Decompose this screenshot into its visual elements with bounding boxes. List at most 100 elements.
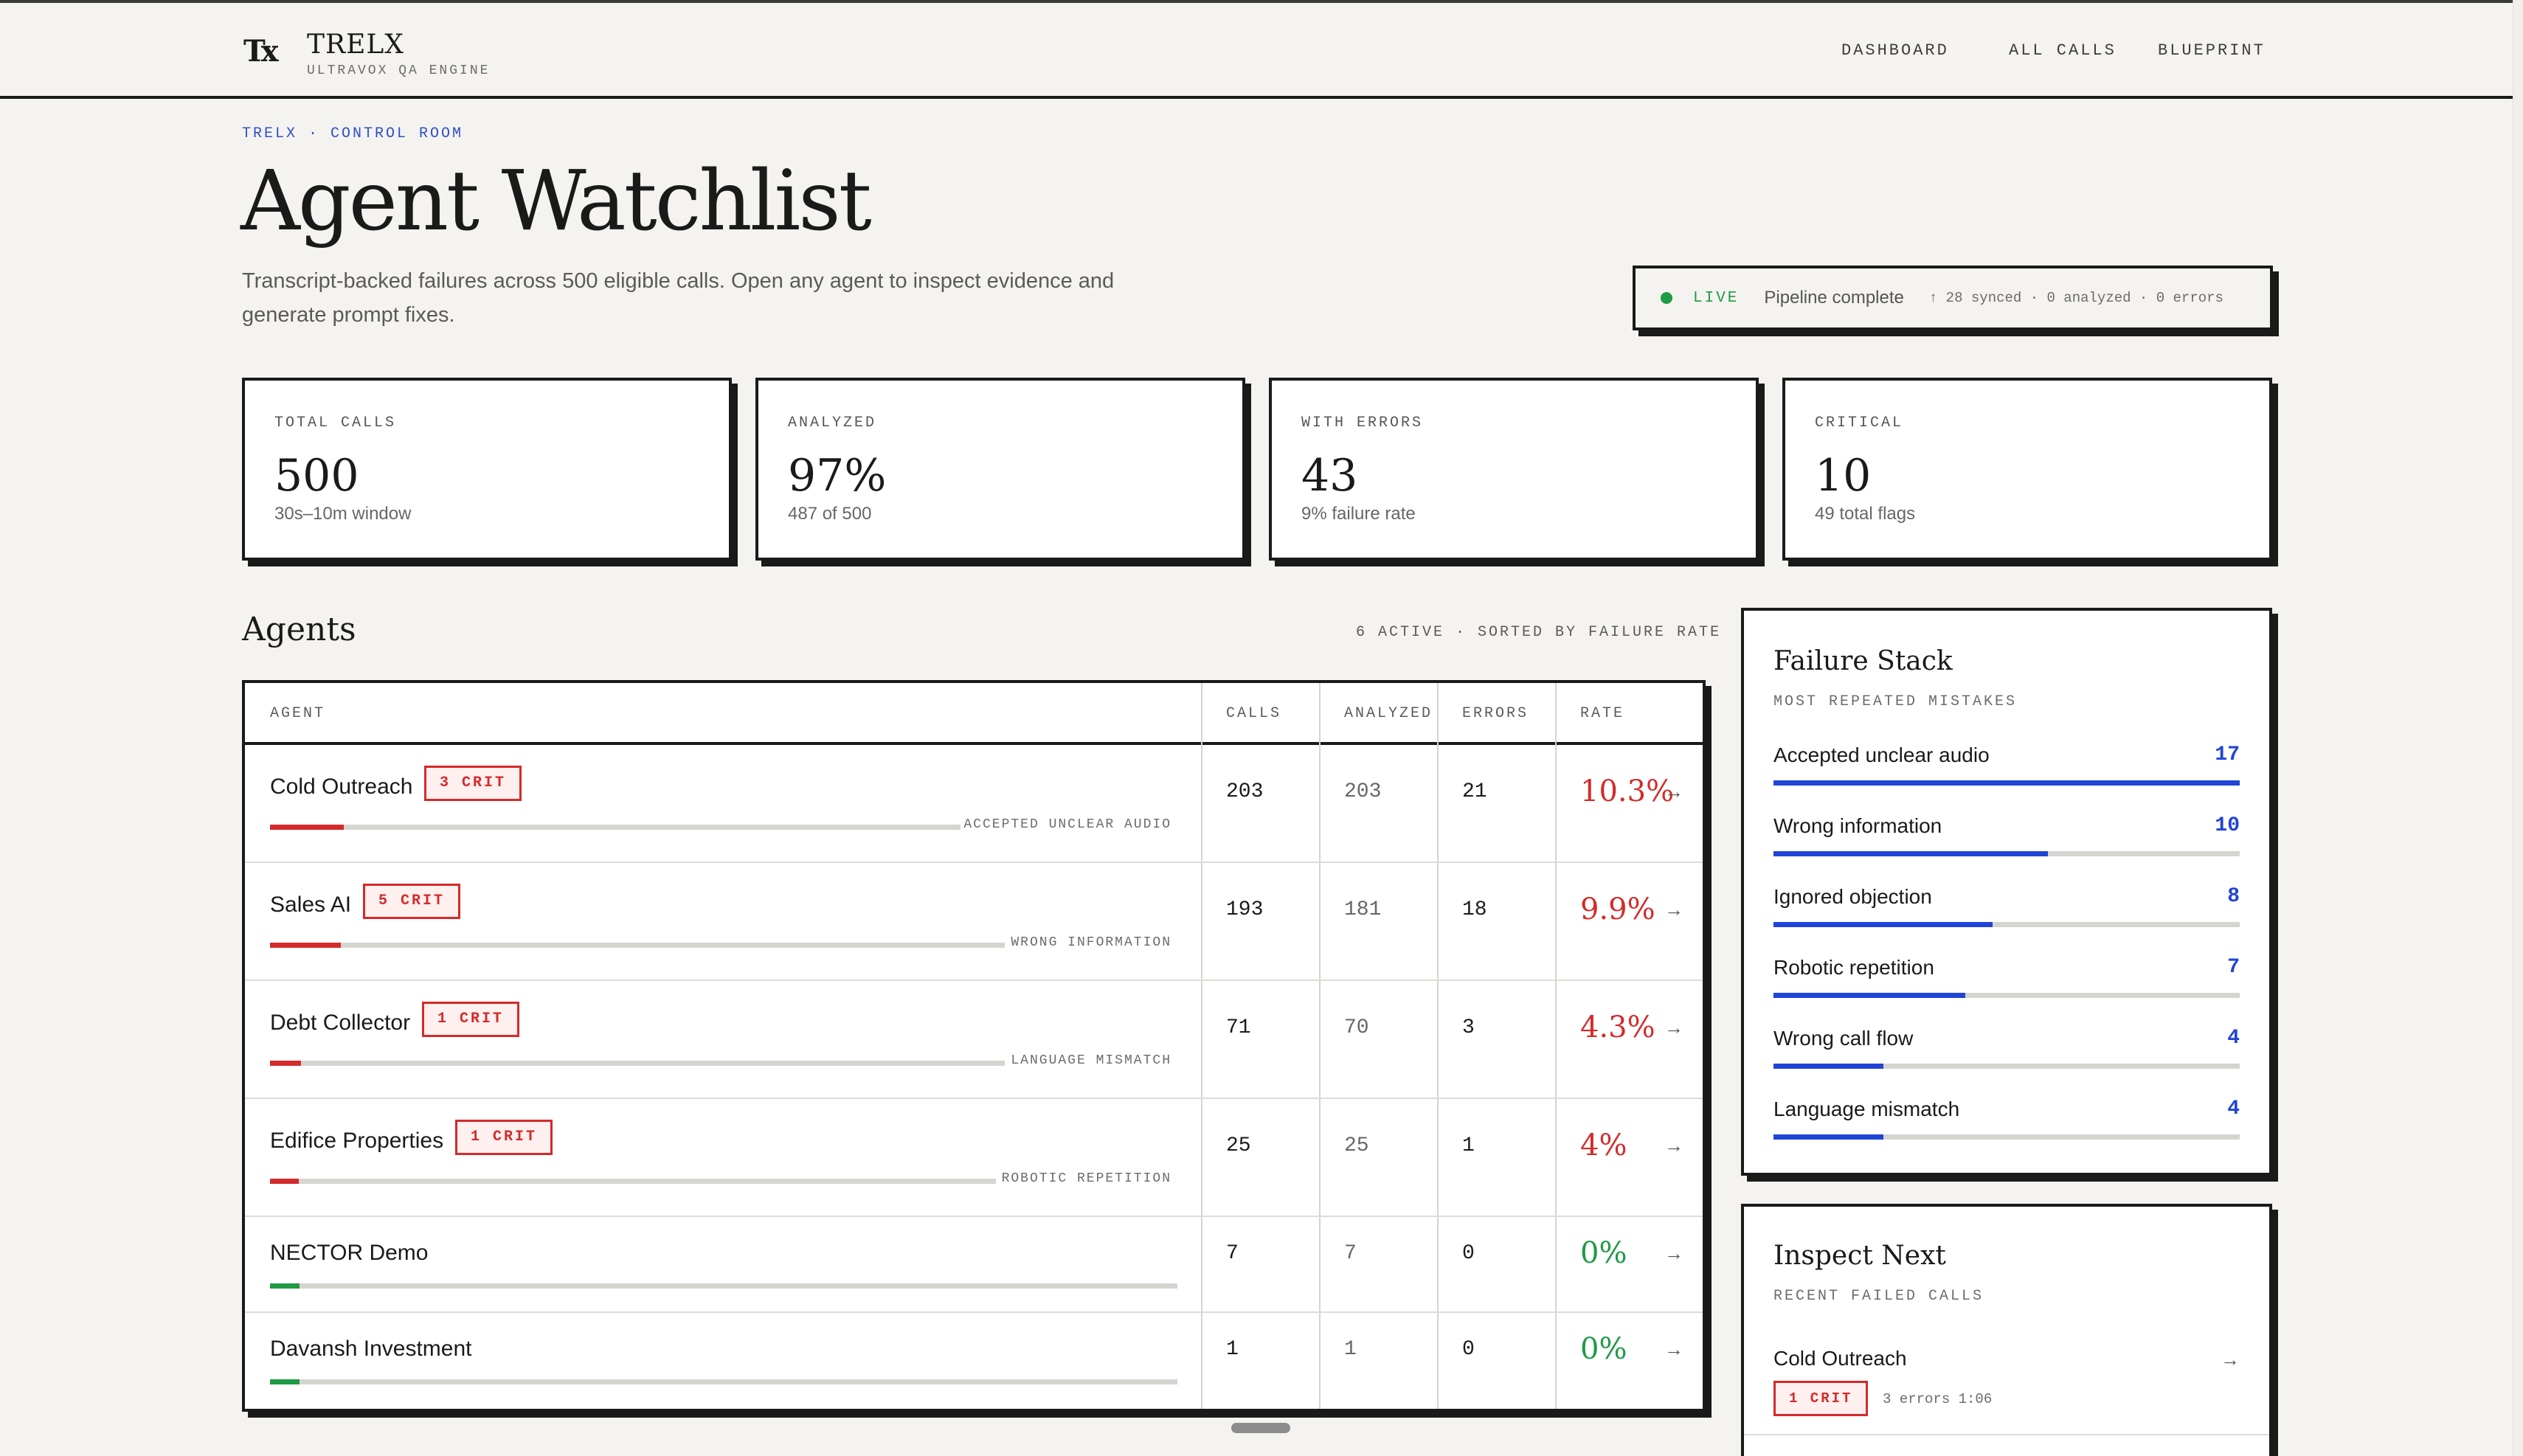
arrow-right-icon[interactable]: →	[1664, 898, 1683, 921]
failure-count: 8	[2227, 885, 2240, 908]
arrow-right-icon[interactable]: →	[1664, 1242, 1683, 1265]
column-errors[interactable]: ERRORS	[1462, 705, 1529, 722]
failure-stack-item[interactable]: Robotic repetition 7	[1744, 956, 2269, 1015]
logo-icon[interactable]: Tx	[243, 34, 285, 75]
analyzed-cell: 7	[1344, 1242, 1357, 1265]
agents-table: AGENT CALLS ANALYZED ERRORS RATE Cold Ou…	[242, 680, 1706, 1412]
failure-stack-item[interactable]: Accepted unclear audio 17	[1744, 743, 2269, 802]
table-row[interactable]: Debt Collector 1 CRIT LANGUAGE MISMATCH 71 7…	[245, 981, 1703, 1099]
failure-label: Wrong call flow	[1773, 1027, 1914, 1050]
failure-rate: 4.3%	[1580, 1010, 1655, 1044]
failure-bar-fill	[1773, 993, 1966, 998]
arrow-right-icon[interactable]: →	[1664, 780, 1683, 803]
failure-bar	[1773, 851, 2240, 856]
top-failure-reason: LANGUAGE MISMATCH	[1011, 1053, 1171, 1068]
inspect-item-meta: 3 errors 1:06	[1883, 1391, 1993, 1407]
calls-cell: 25	[1226, 1134, 1251, 1157]
failure-stack-subtitle: MOST REPEATED MISTAKES	[1773, 693, 2018, 710]
arrow-right-icon[interactable]: →	[1664, 1134, 1683, 1157]
crit-badge: 1 CRIT	[422, 1002, 520, 1037]
column-agent[interactable]: AGENT	[270, 705, 325, 722]
stat-value: 500	[274, 450, 359, 502]
failure-bar-fill	[1773, 1064, 1883, 1069]
stat-label: CRITICAL	[1815, 415, 1904, 431]
failure-label: Wrong information	[1773, 814, 1942, 837]
nav-blueprint[interactable]: BLUEPRINT	[2158, 41, 2266, 60]
stat-value: 10	[1815, 450, 1872, 502]
agent-name[interactable]: Davansh Investment	[270, 1337, 471, 1362]
failure-rate: 0%	[1580, 1236, 1627, 1270]
nav-dashboard[interactable]: DASHBOARD	[1841, 41, 1949, 60]
stat-card-analyzed: ANALYZED 97% 487 of 500	[755, 378, 1245, 561]
status-meta: ↑ 28 synced · 0 analyzed · 0 errors	[1928, 290, 2223, 306]
table-row[interactable]: NECTOR Demo 7 7 0 0% →	[245, 1217, 1703, 1313]
status-text: Pipeline complete	[1764, 288, 1904, 308]
failure-stack-item[interactable]: Wrong call flow 4	[1744, 1027, 2269, 1086]
failure-label: Language mismatch	[1773, 1098, 1960, 1120]
failure-rate-bar	[270, 1061, 1005, 1066]
stat-label: ANALYZED	[788, 415, 877, 431]
failure-rate-bar	[270, 825, 961, 830]
app-header: Tx TRELX ULTRAVOX QA ENGINE DASHBOARD AL…	[0, 3, 2513, 99]
inspect-next-subtitle: RECENT FAILED CALLS	[1773, 1288, 1984, 1305]
failure-stack-title: Failure Stack	[1773, 646, 1953, 676]
arrow-right-icon[interactable]: →	[1664, 1016, 1683, 1039]
agent-name[interactable]: NECTOR Demo	[270, 1241, 428, 1266]
table-row[interactable]: Davansh Investment 1 1 0 0% →	[245, 1313, 1703, 1409]
analyzed-cell: 25	[1344, 1134, 1369, 1157]
failure-rate: 10.3%	[1580, 774, 1675, 808]
agent-name[interactable]: Sales AI	[270, 892, 351, 918]
analyzed-cell: 1	[1344, 1338, 1357, 1361]
calls-cell: 193	[1226, 898, 1264, 921]
stat-note: 487 of 500	[788, 504, 872, 524]
failure-stack-panel: Failure Stack MOST REPEATED MISTAKES Acc…	[1741, 608, 2272, 1176]
top-failure-reason: WRONG INFORMATION	[1011, 935, 1171, 950]
vertical-scrollbar[interactable]	[2513, 0, 2523, 1456]
inspect-item[interactable]: Cold Outreach → 1 CRIT 3 errors 1:06	[1744, 1347, 2269, 1435]
nav-all-calls[interactable]: ALL CALLS	[2009, 41, 2117, 60]
pipeline-status: LIVE Pipeline complete ↑ 28 synced · 0 a…	[1633, 266, 2273, 330]
failure-count: 17	[2215, 743, 2240, 766]
stat-label: WITH ERRORS	[1301, 415, 1424, 431]
column-analyzed[interactable]: ANALYZED	[1344, 705, 1433, 722]
column-rate[interactable]: RATE	[1580, 705, 1624, 722]
failure-stack-item[interactable]: Language mismatch 4	[1744, 1098, 2269, 1157]
failure-rate-fill	[270, 1179, 299, 1184]
table-row[interactable]: Cold Outreach 3 CRIT ACCEPTED UNCLEAR AUDI…	[245, 745, 1703, 863]
stat-note: 9% failure rate	[1301, 504, 1416, 524]
table-row[interactable]: Sales AI 5 CRIT WRONG INFORMATION 193 181 18 9…	[245, 863, 1703, 981]
horizontal-scroll-handle[interactable]	[1231, 1423, 1290, 1433]
failure-rate-fill	[270, 1061, 301, 1066]
errors-cell: 0	[1462, 1242, 1475, 1265]
failure-label: Robotic repetition	[1773, 956, 1934, 979]
agent-name[interactable]: Cold Outreach	[270, 774, 412, 800]
failure-bar-fill	[1773, 780, 2240, 786]
analyzed-cell: 70	[1344, 1016, 1369, 1039]
failure-rate-fill	[270, 943, 342, 948]
arrow-right-icon[interactable]: →	[2221, 1348, 2240, 1371]
stat-value: 97%	[788, 450, 887, 502]
failure-stack-item[interactable]: Wrong information 10	[1744, 814, 2269, 873]
failure-count: 4	[2227, 1098, 2240, 1120]
brand-name[interactable]: TRELX	[307, 30, 404, 60]
column-calls[interactable]: CALLS	[1226, 705, 1281, 722]
arrow-right-icon[interactable]: →	[1664, 1338, 1683, 1361]
calls-cell: 203	[1226, 780, 1264, 803]
agent-name[interactable]: Edifice Properties	[270, 1129, 443, 1154]
stat-label: TOTAL CALLS	[274, 415, 397, 431]
failure-bar	[1773, 922, 2240, 927]
stat-note: 49 total flags	[1815, 504, 1916, 524]
failure-rate-bar	[270, 943, 1005, 948]
failure-stack-item[interactable]: Ignored objection 8	[1744, 885, 2269, 944]
failure-rate-fill	[270, 1283, 300, 1289]
failure-rate-bar	[270, 1283, 1177, 1289]
stat-card-with-errors: WITH ERRORS 43 9% failure rate	[1269, 378, 1759, 561]
breadcrumb[interactable]: TRELX · CONTROL ROOM	[242, 125, 463, 142]
agent-name[interactable]: Debt Collector	[270, 1010, 410, 1036]
agents-heading: Agents	[242, 611, 356, 648]
table-row[interactable]: Edifice Properties 1 CRIT ROBOTIC REPETITI…	[245, 1099, 1703, 1217]
failure-rate: 4%	[1580, 1129, 1627, 1162]
stat-value: 43	[1301, 450, 1358, 502]
top-failure-reason: ACCEPTED UNCLEAR AUDIO	[963, 817, 1171, 832]
failure-bar-fill	[1773, 1134, 1883, 1140]
